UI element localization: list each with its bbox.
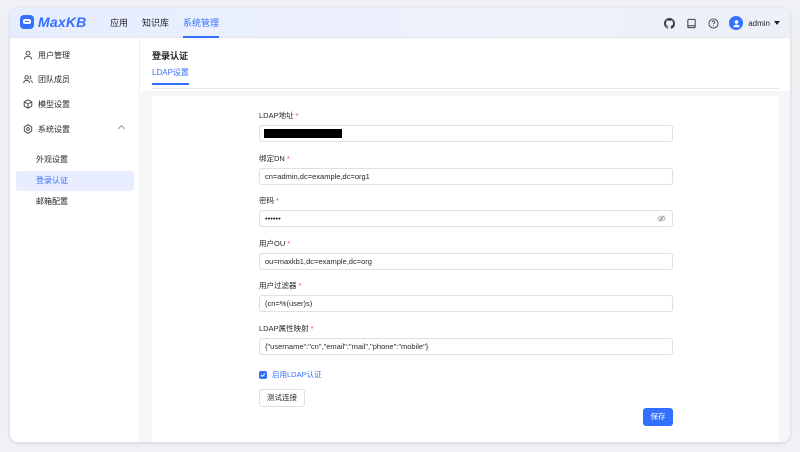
enable-ldap-label[interactable]: 启用LDAP认证 — [272, 369, 322, 380]
password-label: 密码 * — [259, 196, 279, 205]
help-icon[interactable] — [707, 17, 719, 29]
nav-item-knowledge-base[interactable]: 知识库 — [142, 8, 169, 38]
sidebar-item-label: 用户管理 — [38, 50, 70, 60]
chevron-up-icon[interactable] — [117, 124, 126, 133]
checkbox-checked-icon[interactable] — [259, 370, 267, 379]
user-avatar[interactable] — [729, 16, 744, 30]
test-connection-button[interactable]: 测试连接 — [259, 389, 305, 407]
tab-ldap-settings[interactable]: LDAP设置 — [152, 67, 189, 85]
settings-icon — [23, 124, 33, 134]
sidebar-subitem-appearance[interactable]: 外观设置 — [16, 150, 134, 170]
sidebar-subitem-login-auth[interactable]: 登录认证 — [16, 171, 134, 191]
required-mark: * — [295, 111, 299, 120]
user-icon — [23, 50, 33, 60]
nav-item-applications[interactable]: 应用 — [110, 8, 128, 38]
ldap-attribute-mapping-input[interactable]: {"username":"cn","email":"mail","phone":… — [259, 338, 673, 355]
user-filter-input[interactable]: (cn=%(user)s) — [259, 295, 673, 312]
required-mark: * — [287, 239, 291, 248]
password-value: •••••• — [265, 214, 281, 223]
sidebar-item-user-management[interactable]: 用户管理 — [16, 45, 134, 65]
eye-off-icon[interactable] — [657, 215, 666, 222]
logo-icon — [20, 15, 34, 29]
sidebar-item-system-settings[interactable]: 系统设置 — [16, 119, 134, 139]
sidebar-item-label: 模型设置 — [38, 99, 70, 109]
sidebar-item-label: 系统设置 — [38, 124, 70, 134]
save-button[interactable]: 保存 — [643, 408, 673, 426]
github-icon[interactable] — [663, 17, 675, 29]
book-icon[interactable] — [685, 17, 697, 29]
chevron-down-icon[interactable] — [774, 21, 780, 25]
brand-name: MaxKB — [38, 14, 87, 30]
enable-ldap-checkbox[interactable]: 启用LDAP认证 — [259, 369, 322, 380]
ldap-address-label: LDAP地址 * — [259, 111, 299, 120]
required-mark: * — [276, 196, 279, 205]
required-mark: * — [298, 281, 302, 290]
page-header: 登录认证 LDAP设置 — [141, 39, 790, 91]
ldap-attribute-mapping-label: LDAP属性映射 * — [259, 324, 314, 333]
sidebar-item-label: 团队成员 — [38, 74, 70, 84]
password-input[interactable]: •••••• — [259, 210, 673, 227]
required-mark: * — [310, 324, 314, 333]
user-ou-label: 用户OU * — [259, 239, 291, 248]
maxkb-logo[interactable]: MaxKB — [20, 14, 86, 30]
ldap-address-input[interactable] — [259, 125, 673, 142]
sidebar-item-model-settings[interactable]: 模型设置 — [16, 94, 134, 114]
cube-icon — [23, 99, 33, 109]
ldap-form-panel: LDAP地址 * 绑定DN * cn=admin,dc=example,dc=org… — [152, 96, 779, 442]
user-filter-label: 用户过滤器 * — [259, 281, 302, 290]
top-navigation-bar: MaxKB 应用 知识库 系统管理 admin — [10, 8, 790, 38]
sidebar-subitem-email-config[interactable]: 邮箱配置 — [16, 192, 134, 212]
page-title: 登录认证 — [152, 51, 189, 61]
user-ou-input[interactable]: ou=maxkb1,dc=example,dc=org — [259, 253, 673, 270]
redacted-value — [264, 129, 342, 138]
required-mark: * — [286, 154, 290, 163]
user-name[interactable]: admin — [748, 19, 770, 28]
sidebar-item-team-members[interactable]: 团队成员 — [16, 69, 134, 89]
bind-dn-label: 绑定DN * — [259, 154, 290, 163]
nav-item-system-management[interactable]: 系统管理 — [183, 8, 220, 38]
header-actions: admin — [653, 8, 780, 38]
main-nav: 应用 知识库 系统管理 — [110, 8, 233, 38]
app-window: MaxKB 应用 知识库 系统管理 admin 用户管理 团队成员 模型设置 系… — [10, 8, 790, 442]
main-content: 登录认证 LDAP设置 LDAP地址 * 绑定DN * cn=admin,dc=ex… — [141, 39, 790, 442]
divider — [152, 88, 779, 89]
sidebar: 用户管理 团队成员 模型设置 系统设置 外观设置 登录认证 邮箱配置 — [10, 39, 140, 442]
team-icon — [23, 74, 33, 84]
bind-dn-input[interactable]: cn=admin,dc=example,dc=org1 — [259, 168, 673, 185]
